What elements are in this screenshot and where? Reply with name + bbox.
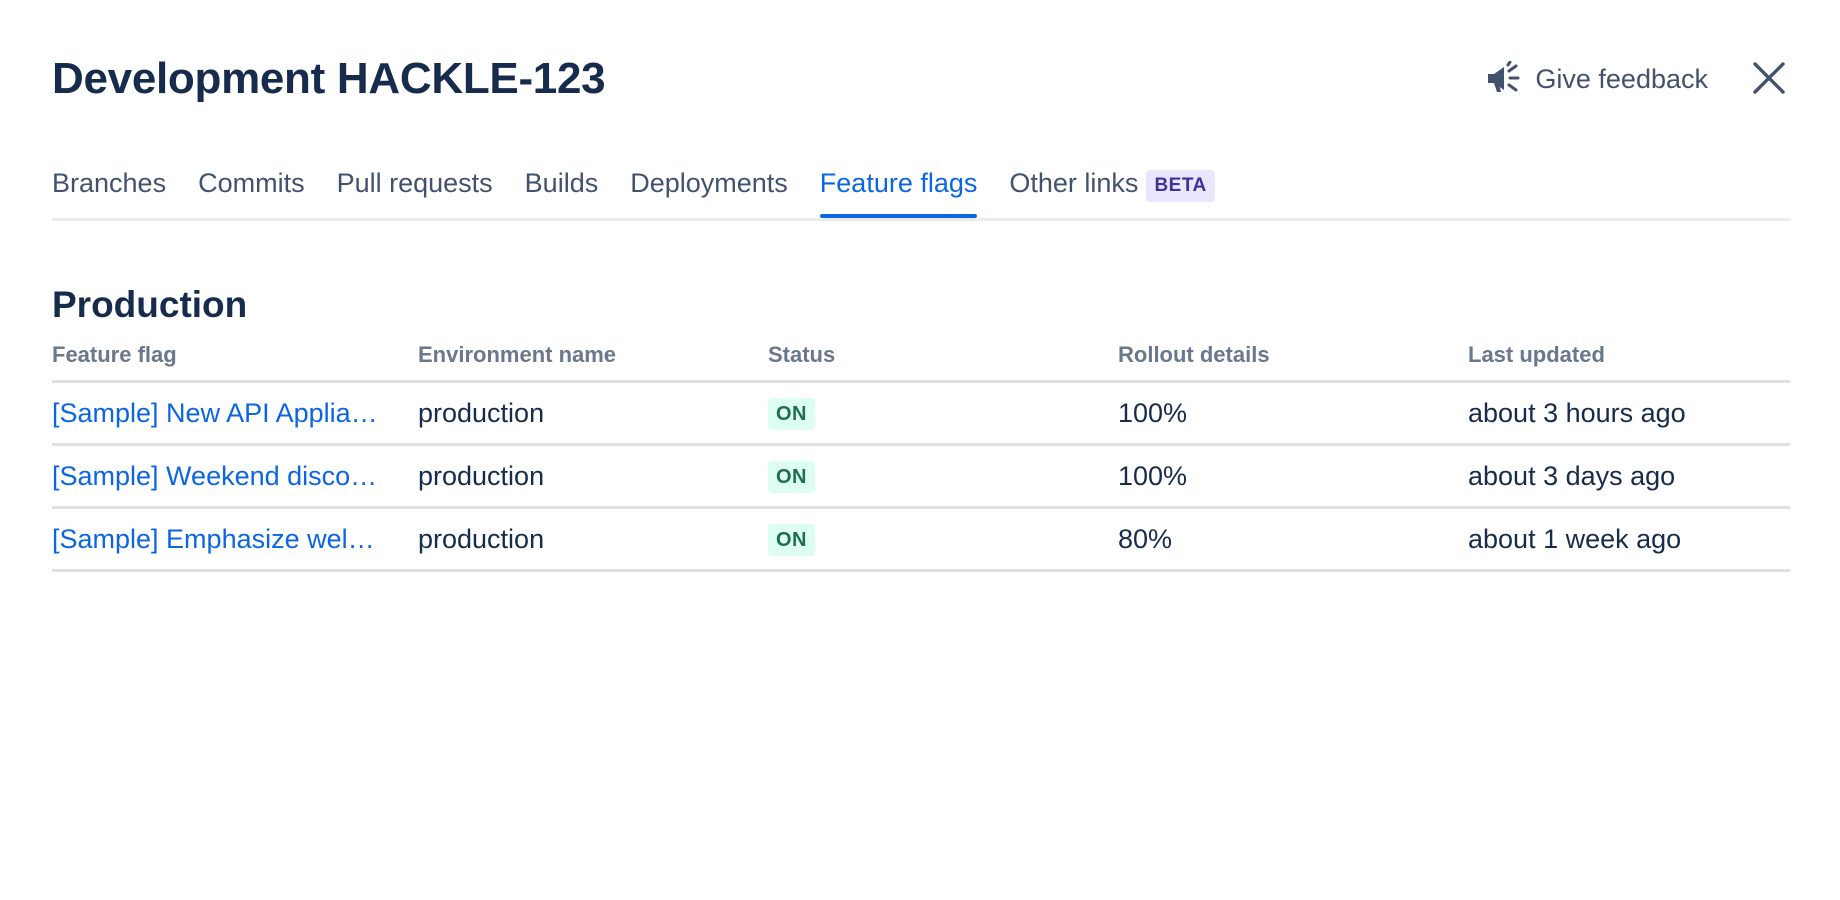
- give-feedback-label: Give feedback: [1535, 63, 1708, 94]
- tab-label: Commits: [198, 168, 305, 198]
- section-title: Production: [52, 284, 248, 325]
- feature-flags-modal: Development HACKLE-123 Give feedback Bra…: [0, 0, 1840, 900]
- feature-flags-table: Feature flag Environment name Status Rol…: [52, 340, 1790, 572]
- status-badge: ON: [768, 398, 815, 430]
- feature-flag-link[interactable]: [Sample] Emphasize wel…: [52, 524, 387, 555]
- give-feedback-button[interactable]: Give feedback: [1481, 55, 1712, 103]
- status-badge: ON: [768, 524, 815, 556]
- status-badge: ON: [768, 461, 815, 493]
- status-cell: ON: [768, 507, 1118, 572]
- tab-label: Other links: [1009, 168, 1139, 198]
- column-header-last-updated: Last updated: [1468, 340, 1790, 383]
- feature-flag-cell: [Sample] Weekend disco…: [52, 444, 418, 509]
- header-actions: Give feedback: [1481, 55, 1790, 103]
- table-row: [Sample] Emphasize wel… production ON 80…: [52, 507, 1790, 572]
- tab-builds[interactable]: Builds: [525, 162, 599, 212]
- tab-other-links[interactable]: Other links BETA: [1009, 162, 1215, 212]
- close-button[interactable]: [1748, 57, 1790, 102]
- status-cell: ON: [768, 381, 1118, 446]
- tab-deployments[interactable]: Deployments: [630, 162, 788, 212]
- feature-flag-cell: [Sample] New API Applia…: [52, 381, 418, 446]
- column-header-rollout-details: Rollout details: [1118, 340, 1468, 383]
- rollout-cell: 100%: [1118, 381, 1468, 446]
- last-updated-cell: about 3 hours ago: [1468, 381, 1790, 446]
- column-header-status: Status: [768, 340, 1118, 383]
- feature-flag-cell: [Sample] Emphasize wel…: [52, 507, 418, 572]
- tab-label: Builds: [524, 168, 599, 198]
- status-cell: ON: [768, 444, 1118, 509]
- close-icon: [1752, 61, 1786, 98]
- tab-label: Deployments: [630, 168, 788, 198]
- table-row: [Sample] Weekend disco… production ON 10…: [52, 444, 1790, 509]
- page-title: Development HACKLE-123: [52, 54, 606, 103]
- rollout-cell: 100%: [1118, 444, 1468, 509]
- tab-bar: Branches Commits Pull requests Builds De…: [52, 162, 1790, 221]
- last-updated-cell: about 3 days ago: [1468, 444, 1790, 509]
- tab-label: Branches: [52, 168, 167, 198]
- environment-cell: production: [418, 507, 768, 572]
- tab-feature-flags[interactable]: Feature flags: [819, 162, 978, 218]
- feature-flag-link[interactable]: [Sample] New API Applia…: [52, 398, 387, 429]
- tab-branches[interactable]: Branches: [52, 162, 166, 212]
- tab-label: Feature flags: [819, 168, 978, 198]
- megaphone-icon: [1485, 61, 1525, 97]
- feature-flag-link[interactable]: [Sample] Weekend disco…: [52, 461, 387, 492]
- rollout-cell: 80%: [1118, 507, 1468, 572]
- environment-cell: production: [418, 381, 768, 446]
- last-updated-cell: about 1 week ago: [1468, 507, 1790, 572]
- table-row: [Sample] New API Applia… production ON 1…: [52, 381, 1790, 446]
- environment-cell: production: [418, 444, 768, 509]
- table-header-row: Feature flag Environment name Status Rol…: [52, 340, 1790, 383]
- modal-header: Development HACKLE-123 Give feedback: [52, 48, 1790, 110]
- column-header-feature-flag: Feature flag: [52, 340, 418, 383]
- tab-label: Pull requests: [336, 168, 493, 198]
- column-header-environment-name: Environment name: [418, 340, 768, 383]
- beta-badge: BETA: [1146, 170, 1215, 202]
- tab-commits[interactable]: Commits: [198, 162, 305, 212]
- tab-pull-requests[interactable]: Pull requests: [337, 162, 493, 212]
